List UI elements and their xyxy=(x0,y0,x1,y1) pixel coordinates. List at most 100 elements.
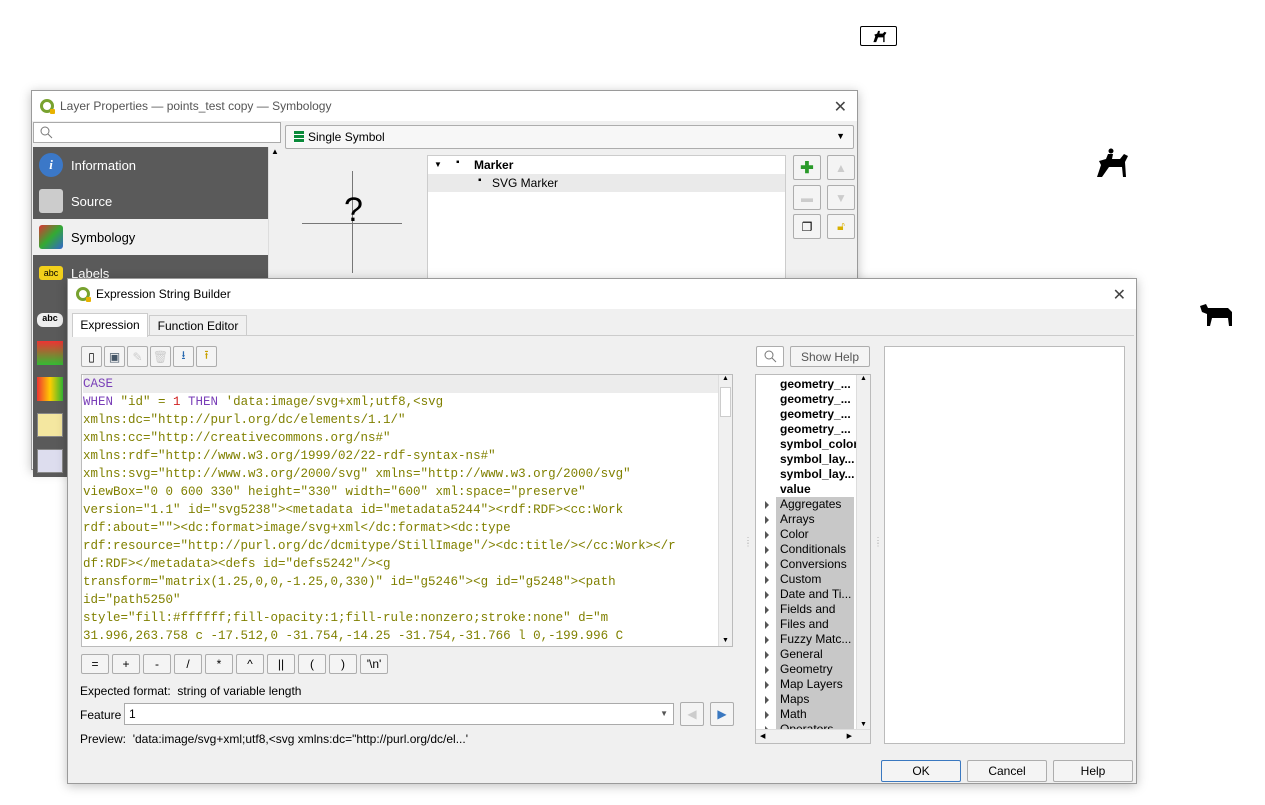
variable-item[interactable]: geometry_... xyxy=(756,392,870,407)
labels-icon: abc xyxy=(39,266,63,280)
operator-button[interactable]: = xyxy=(81,654,109,674)
add-layer-button[interactable]: ✚ xyxy=(793,155,821,180)
splitter-handle[interactable]: ⋮ ⋮ xyxy=(874,537,882,548)
move-down-button[interactable]: ▼ xyxy=(827,185,855,210)
variable-item[interactable]: geometry_... xyxy=(756,422,870,437)
sidebar-item-source[interactable]: Source xyxy=(33,183,268,219)
operator-button[interactable]: - xyxy=(143,654,171,674)
symbol-layer-tree[interactable]: ▼ ▪ Marker ▪ SVG Marker xyxy=(427,155,786,280)
function-group-label: Color xyxy=(776,527,854,542)
help-button[interactable]: Help xyxy=(1053,760,1133,782)
next-feature-button[interactable]: ▶ xyxy=(710,702,734,726)
function-group[interactable]: General xyxy=(756,647,870,662)
edit-icon[interactable]: ✎ xyxy=(127,346,148,367)
function-list-vscrollbar[interactable]: ▲ ▼ xyxy=(856,375,870,730)
splitter-handle[interactable]: ⋮ ⋮ xyxy=(744,537,752,548)
operator-buttons: = + - / * ^ ||() '\n' xyxy=(81,654,391,674)
single-symbol-icon xyxy=(294,131,304,143)
dialog-title: Expression String Builder xyxy=(96,287,231,301)
tab-function-editor[interactable]: Function Editor xyxy=(149,315,247,336)
function-group[interactable]: Math xyxy=(756,707,870,722)
function-group-label: Geometry xyxy=(776,662,854,677)
operator-button[interactable]: * xyxy=(205,654,233,674)
marker-icon: ▪ xyxy=(456,157,460,168)
function-group[interactable]: Color xyxy=(756,527,870,542)
show-help-button[interactable]: Show Help xyxy=(790,346,870,367)
cancel-button[interactable]: Cancel xyxy=(967,760,1047,782)
operator-button[interactable]: ) xyxy=(329,654,357,674)
move-up-button[interactable]: ▲ xyxy=(827,155,855,180)
export-icon[interactable]: ⭱ xyxy=(196,346,217,367)
function-group[interactable]: Fuzzy Matc... xyxy=(756,632,870,647)
function-group[interactable]: Conditionals xyxy=(756,542,870,557)
function-group[interactable]: Map Layers xyxy=(756,677,870,692)
diagrams-icon[interactable] xyxy=(37,377,63,401)
close-icon[interactable]: ✕ xyxy=(834,97,847,117)
attributes-form-icon[interactable] xyxy=(37,449,63,473)
function-search-button[interactable] xyxy=(756,346,784,367)
3d-view-icon[interactable] xyxy=(37,341,63,365)
tree-item-marker[interactable]: ▼ ▪ Marker xyxy=(428,156,785,174)
fields-icon[interactable] xyxy=(37,413,63,437)
function-group[interactable]: Date and Ti... xyxy=(756,587,870,602)
lock-layer-button[interactable]: 🔓︎ xyxy=(827,214,855,239)
operator-button[interactable]: '\n' xyxy=(360,654,388,674)
function-list-hscrollbar[interactable]: ◀ ▶ xyxy=(756,729,870,743)
previous-feature-button[interactable]: ◀ xyxy=(680,702,704,726)
variable-item[interactable]: geometry_... xyxy=(756,377,870,392)
function-group[interactable]: Conversions xyxy=(756,557,870,572)
function-list[interactable]: geometry_... geometry_... geometry_... geom… xyxy=(755,374,871,744)
feature-combobox[interactable]: 1 ▼ xyxy=(124,703,674,725)
variable-item[interactable]: symbol_color xyxy=(756,437,870,452)
preview-label: Preview: xyxy=(80,732,127,746)
function-group[interactable]: Aggregates xyxy=(756,497,870,512)
code-line: version="1.1" id="svg5238"><metadata id=… xyxy=(83,501,732,519)
selected-horse-rider-icon[interactable] xyxy=(860,26,897,46)
operator-button[interactable]: || xyxy=(267,654,295,674)
ok-button[interactable]: OK xyxy=(881,760,961,782)
remove-layer-button[interactable]: ▬ xyxy=(793,185,821,210)
save-icon[interactable]: ▣ xyxy=(104,346,125,367)
new-file-icon[interactable]: ▯ xyxy=(81,346,102,367)
expression-editor[interactable]: CASE WHEN "id" = 1 THEN 'data:image/svg+x… xyxy=(81,374,733,647)
variable-item[interactable]: symbol_lay... xyxy=(756,467,870,482)
function-group[interactable]: Files and Pa... xyxy=(756,617,870,647)
tab-expression[interactable]: Expression xyxy=(72,313,148,337)
search-input[interactable] xyxy=(33,122,281,143)
function-group[interactable]: Fields and V... xyxy=(756,602,870,632)
operator-button[interactable]: ( xyxy=(298,654,326,674)
cow-icon[interactable] xyxy=(1198,300,1236,331)
editor-scrollbar[interactable]: ▲ ▼ xyxy=(718,375,732,646)
sidebar-item-label: Symbology xyxy=(71,229,136,245)
variable-item[interactable]: symbol_lay... xyxy=(756,452,870,467)
operator-button[interactable]: / xyxy=(174,654,202,674)
import-icon[interactable]: ⭳ xyxy=(173,346,194,367)
function-group[interactable]: Arrays xyxy=(756,512,870,527)
operator-button[interactable]: + xyxy=(112,654,140,674)
tree-item-svg-marker[interactable]: ▪ SVG Marker xyxy=(428,174,785,192)
title-bar: Expression String Builder ✕ xyxy=(68,279,1136,309)
masks-icon[interactable]: abc xyxy=(37,313,63,327)
collapse-icon[interactable]: ▼ xyxy=(434,156,442,174)
sidebar-item-symbology[interactable]: Symbology xyxy=(33,219,268,255)
code-line: rdf:resource="http://purl.org/dc/dcmityp… xyxy=(83,537,732,555)
code-line: id="path5250" xyxy=(83,591,732,609)
horse-rider-icon[interactable] xyxy=(1094,147,1130,182)
code-line: 31.996,263.758 c -17.512,0 -31.754,-14.2… xyxy=(83,627,732,645)
duplicate-layer-button[interactable]: ❐ xyxy=(793,214,821,239)
function-group[interactable]: Geometry xyxy=(756,662,870,677)
sidebar-item-label: Source xyxy=(71,193,113,209)
preview-value: 'data:image/svg+xml;utf8,<svg xmlns:dc="… xyxy=(132,732,469,746)
close-icon[interactable]: ✕ xyxy=(1113,285,1126,305)
sidebar-item-information[interactable]: i Information xyxy=(33,147,268,183)
variable-item[interactable]: value xyxy=(756,482,870,497)
operator-button[interactable]: ^ xyxy=(236,654,264,674)
variable-item[interactable]: geometry_... xyxy=(756,407,870,422)
function-group[interactable]: Maps xyxy=(756,692,870,707)
renderer-value: Single Symbol xyxy=(308,130,385,144)
tab-bar: Expression Function Editor xyxy=(72,312,1134,337)
delete-icon[interactable]: 🗑︎ xyxy=(150,346,171,367)
renderer-dropdown[interactable]: Single Symbol ▼ xyxy=(285,125,854,149)
function-group-label: Conversions xyxy=(776,557,854,572)
function-group[interactable]: Custom xyxy=(756,572,870,587)
